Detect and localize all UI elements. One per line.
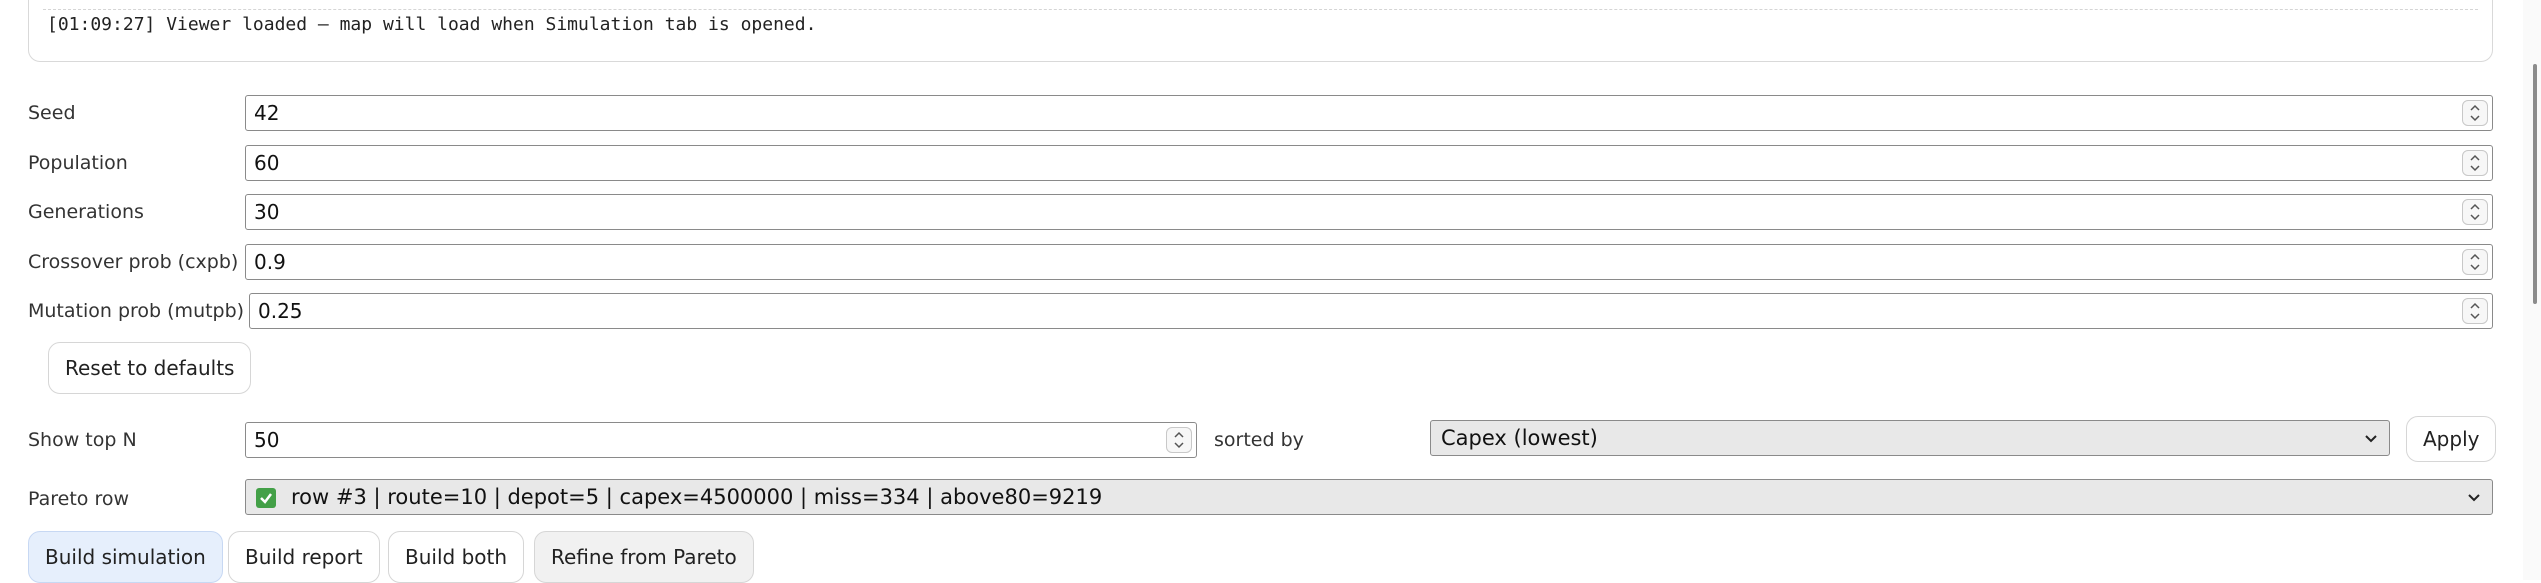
chevron-up-icon[interactable] bbox=[2470, 103, 2480, 113]
chevron-down-icon[interactable] bbox=[2470, 262, 2480, 272]
top-n-row: Show top N 50 sorted by Capex (lowest) A… bbox=[0, 416, 2541, 462]
population-input[interactable]: 60 bbox=[245, 145, 2493, 181]
reset-defaults-button[interactable]: Reset to defaults bbox=[48, 342, 252, 394]
build-simulation-button[interactable]: Build simulation bbox=[28, 531, 223, 583]
sorted-by-label: sorted by bbox=[1214, 429, 1304, 451]
seed-stepper[interactable] bbox=[2462, 100, 2488, 126]
apply-button[interactable]: Apply bbox=[2406, 416, 2497, 462]
chevron-up-icon[interactable] bbox=[2470, 202, 2480, 212]
cxpb-value: 0.9 bbox=[254, 250, 286, 274]
refine-from-pareto-button[interactable]: Refine from Pareto bbox=[534, 531, 754, 583]
pareto-select[interactable]: row #3 | route=10 | depot=5 | capex=4500… bbox=[245, 479, 2493, 515]
seed-input[interactable]: 42 bbox=[245, 95, 2493, 131]
population-stepper[interactable] bbox=[2462, 150, 2488, 176]
param-row-population: Population 60 bbox=[0, 143, 2541, 183]
mutpb-input[interactable]: 0.25 bbox=[249, 293, 2493, 329]
top-n-label: Show top N bbox=[28, 429, 137, 451]
generations-input[interactable]: 30 bbox=[245, 194, 2493, 230]
top-n-input[interactable]: 50 bbox=[245, 422, 1197, 458]
seed-value: 42 bbox=[254, 101, 280, 125]
cxpb-input[interactable]: 0.9 bbox=[245, 244, 2493, 280]
mutpb-stepper[interactable] bbox=[2462, 298, 2488, 324]
scrollbar[interactable] bbox=[2523, 0, 2541, 580]
sort-select[interactable]: Capex (lowest) bbox=[1430, 420, 2390, 456]
log-divider bbox=[43, 9, 2478, 10]
chevron-up-icon[interactable] bbox=[2470, 301, 2480, 311]
chevron-down-icon[interactable] bbox=[2470, 113, 2480, 123]
population-label: Population bbox=[28, 152, 128, 174]
generations-value: 30 bbox=[254, 200, 280, 224]
log-panel: [01:09:27] Viewer loaded – map will load… bbox=[28, 0, 2493, 62]
mutpb-value: 0.25 bbox=[258, 299, 303, 323]
pareto-row: Pareto row row #3 | route=10 | depot=5 |… bbox=[0, 479, 2541, 519]
log-message: [01:09:27] Viewer loaded – map will load… bbox=[47, 14, 817, 35]
cxpb-label: Crossover prob (cxpb) bbox=[28, 251, 239, 273]
build-both-button[interactable]: Build both bbox=[388, 531, 525, 583]
population-value: 60 bbox=[254, 151, 280, 175]
param-row-seed: Seed 42 bbox=[0, 93, 2541, 133]
chevron-up-icon[interactable] bbox=[2470, 252, 2480, 262]
chevron-down-icon[interactable] bbox=[1174, 440, 1184, 450]
generations-label: Generations bbox=[28, 201, 144, 223]
chevron-up-icon[interactable] bbox=[1174, 430, 1184, 440]
top-n-value: 50 bbox=[254, 428, 280, 452]
mutpb-label: Mutation prob (mutpb) bbox=[28, 300, 245, 322]
cxpb-stepper[interactable] bbox=[2462, 249, 2488, 275]
chevron-up-icon[interactable] bbox=[2470, 153, 2480, 163]
check-icon bbox=[256, 488, 276, 508]
sort-select-value: Capex (lowest) bbox=[1441, 426, 1598, 450]
chevron-down-icon[interactable] bbox=[2470, 212, 2480, 222]
seed-label: Seed bbox=[28, 102, 76, 124]
build-report-button[interactable]: Build report bbox=[228, 531, 380, 583]
chevron-down-icon bbox=[2365, 435, 2377, 443]
top-n-stepper[interactable] bbox=[1166, 427, 1192, 453]
chevron-down-icon[interactable] bbox=[2470, 311, 2480, 321]
chevron-down-icon[interactable] bbox=[2470, 163, 2480, 173]
param-row-cxpb: Crossover prob (cxpb) 0.9 bbox=[0, 242, 2541, 282]
generations-stepper[interactable] bbox=[2462, 199, 2488, 225]
pareto-select-value: row #3 | route=10 | depot=5 | capex=4500… bbox=[291, 485, 1103, 509]
param-row-generations: Generations 30 bbox=[0, 192, 2541, 232]
scrollbar-thumb[interactable] bbox=[2533, 64, 2537, 304]
pareto-label: Pareto row bbox=[28, 488, 130, 510]
param-row-mutpb: Mutation prob (mutpb) 0.25 bbox=[0, 291, 2541, 331]
chevron-down-icon bbox=[2468, 494, 2480, 502]
